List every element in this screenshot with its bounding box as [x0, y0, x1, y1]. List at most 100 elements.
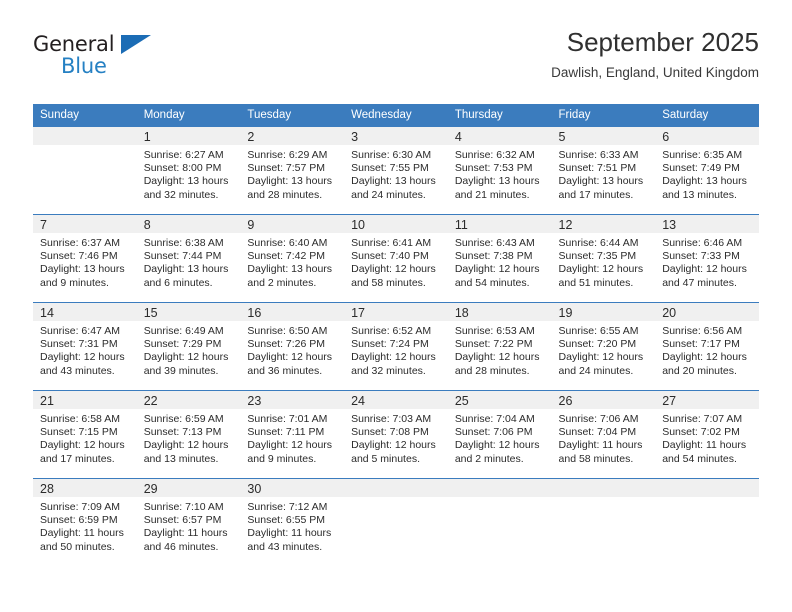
- calendar-day-cell[interactable]: 1 Sunrise: 6:27 AM Sunset: 8:00 PM Daylight…: [136, 126, 241, 214]
- calendar-day-cell[interactable]: 4 Sunrise: 6:32 AM Sunset: 7:53 PM Daylight…: [447, 126, 552, 214]
- day-details: Sunrise: 6:46 AM Sunset: 7:33 PM Daylight:…: [655, 233, 759, 290]
- day-cell-inner: 12 Sunrise: 6:44 AM Sunset: 7:35 PM Dayligh…: [551, 214, 656, 302]
- sunset-text: Sunset: 7:33 PM: [662, 250, 740, 263]
- calendar-day-cell[interactable]: 12 Sunrise: 6:44 AM Sunset: 7:35 PM Dayligh…: [551, 214, 656, 302]
- day-details: Sunrise: 6:53 AM Sunset: 7:22 PM Daylight:…: [448, 321, 552, 378]
- daylight-text-line1: Daylight: 13 hours: [143, 263, 229, 276]
- sunrise-text: Sunrise: 6:37 AM: [40, 237, 120, 249]
- daylight-text-line1: Daylight: 13 hours: [351, 175, 436, 188]
- day-number: 30: [247, 482, 262, 496]
- day-number-band: 2: [240, 127, 345, 145]
- calendar-day-cell[interactable]: 19 Sunrise: 6:55 AM Sunset: 7:20 PM Dayligh…: [551, 302, 656, 390]
- daylight-text-line1: Daylight: 12 hours: [454, 351, 540, 364]
- calendar-day-cell[interactable]: 2 Sunrise: 6:29 AM Sunset: 7:57 PM Daylight…: [240, 126, 345, 214]
- calendar-day-cell[interactable]: 27 Sunrise: 7:07 AM Sunset: 7:02 PM Dayligh…: [655, 390, 759, 478]
- weekday-header-sunday: Sunday: [33, 104, 137, 126]
- day-cell-inner: 18 Sunrise: 6:53 AM Sunset: 7:22 PM Dayligh…: [447, 302, 552, 390]
- calendar-day-cell[interactable]: 24 Sunrise: 7:03 AM Sunset: 7:08 PM Dayligh…: [344, 390, 448, 478]
- calendar-day-cell[interactable]: 14 Sunrise: 6:47 AM Sunset: 7:31 PM Dayligh…: [33, 302, 137, 390]
- day-details: Sunrise: 7:04 AM Sunset: 7:06 PM Daylight:…: [448, 409, 552, 466]
- day-cell-inner: 11 Sunrise: 6:43 AM Sunset: 7:38 PM Dayligh…: [447, 214, 552, 302]
- calendar-day-cell[interactable]: 25 Sunrise: 7:04 AM Sunset: 7:06 PM Dayligh…: [447, 390, 552, 478]
- day-number-band: 9: [240, 215, 345, 233]
- day-number-band: 14: [33, 303, 137, 321]
- day-details: [655, 497, 759, 501]
- calendar-day-cell[interactable]: [655, 478, 759, 566]
- day-number-band: [655, 479, 759, 497]
- day-details: Sunrise: 6:37 AM Sunset: 7:46 PM Daylight:…: [33, 233, 137, 290]
- sunset-text: Sunset: 7:15 PM: [40, 426, 118, 439]
- calendar-day-cell[interactable]: [344, 478, 448, 566]
- calendar-day-cell[interactable]: 11 Sunrise: 6:43 AM Sunset: 7:38 PM Dayligh…: [447, 214, 552, 302]
- generalblue-logo[interactable]: General Blue: [33, 32, 163, 82]
- daylight-text-line1: Daylight: 12 hours: [40, 439, 125, 452]
- daylight-text-line1: Daylight: 13 hours: [40, 263, 125, 276]
- day-cell-inner: 24 Sunrise: 7:03 AM Sunset: 7:08 PM Dayligh…: [344, 390, 448, 478]
- calendar-day-cell[interactable]: 28 Sunrise: 7:09 AM Sunset: 6:59 PM Dayligh…: [33, 478, 137, 566]
- calendar-day-cell[interactable]: 22 Sunrise: 6:59 AM Sunset: 7:13 PM Dayligh…: [136, 390, 241, 478]
- calendar-week-row: 14 Sunrise: 6:47 AM Sunset: 7:31 PM Dayligh…: [33, 302, 759, 390]
- calendar-day-cell[interactable]: 17 Sunrise: 6:52 AM Sunset: 7:24 PM Dayligh…: [344, 302, 448, 390]
- sunrise-text: Sunrise: 6:49 AM: [143, 325, 224, 337]
- calendar-day-cell[interactable]: 23 Sunrise: 7:01 AM Sunset: 7:11 PM Dayligh…: [240, 390, 345, 478]
- day-cell-inner: [655, 478, 759, 566]
- weekday-header-monday: Monday: [136, 104, 241, 126]
- calendar-day-cell[interactable]: 13 Sunrise: 6:46 AM Sunset: 7:33 PM Dayligh…: [655, 214, 759, 302]
- sunrise-text: Sunrise: 6:32 AM: [454, 149, 535, 161]
- calendar-day-cell[interactable]: 26 Sunrise: 7:06 AM Sunset: 7:04 PM Dayligh…: [551, 390, 656, 478]
- day-number-band: [447, 479, 552, 497]
- calendar-day-cell[interactable]: 3 Sunrise: 6:30 AM Sunset: 7:55 PM Daylight…: [344, 126, 448, 214]
- calendar-day-cell[interactable]: 5 Sunrise: 6:33 AM Sunset: 7:51 PM Daylight…: [551, 126, 656, 214]
- calendar-day-cell[interactable]: 29 Sunrise: 7:10 AM Sunset: 6:57 PM Dayligh…: [136, 478, 241, 566]
- day-details: Sunrise: 6:58 AM Sunset: 7:15 PM Daylight:…: [33, 409, 137, 466]
- sunset-text: Sunset: 6:55 PM: [247, 514, 326, 527]
- calendar-day-cell[interactable]: 15 Sunrise: 6:49 AM Sunset: 7:29 PM Dayligh…: [136, 302, 241, 390]
- sunrise-text: Sunrise: 7:04 AM: [454, 413, 535, 425]
- calendar-day-cell[interactable]: 30 Sunrise: 7:12 AM Sunset: 6:55 PM Dayligh…: [240, 478, 345, 566]
- day-details: [344, 497, 448, 501]
- calendar-day-cell[interactable]: 16 Sunrise: 6:50 AM Sunset: 7:26 PM Dayligh…: [240, 302, 345, 390]
- calendar-day-cell[interactable]: 10 Sunrise: 6:41 AM Sunset: 7:40 PM Dayligh…: [344, 214, 448, 302]
- day-cell-inner: 23 Sunrise: 7:01 AM Sunset: 7:11 PM Dayligh…: [240, 390, 345, 478]
- day-number: 15: [143, 306, 158, 320]
- calendar-day-cell[interactable]: [551, 478, 656, 566]
- calendar-day-cell[interactable]: [33, 126, 137, 214]
- sunrise-text: Sunrise: 7:07 AM: [662, 413, 743, 425]
- daylight-text-line2: and 2 minutes.: [247, 276, 317, 289]
- daylight-text-line2: and 46 minutes.: [143, 540, 219, 553]
- sunset-text: Sunset: 7:06 PM: [454, 426, 533, 439]
- sunrise-text: Sunrise: 6:41 AM: [351, 237, 432, 249]
- calendar-day-cell[interactable]: 21 Sunrise: 6:58 AM Sunset: 7:15 PM Dayligh…: [33, 390, 137, 478]
- day-details: Sunrise: 6:40 AM Sunset: 7:42 PM Daylight:…: [240, 233, 344, 290]
- calendar-day-cell[interactable]: 6 Sunrise: 6:35 AM Sunset: 7:49 PM Daylight…: [655, 126, 759, 214]
- logo-triangle-icon: [121, 35, 151, 54]
- day-number-band: 1: [136, 127, 241, 145]
- calendar-week-row: 1 Sunrise: 6:27 AM Sunset: 8:00 PM Daylight…: [33, 126, 759, 214]
- weekday-header-tuesday: Tuesday: [240, 104, 345, 126]
- day-number: 29: [143, 482, 158, 496]
- daylight-text-line2: and 21 minutes.: [454, 188, 530, 201]
- day-number-band: 7: [33, 215, 137, 233]
- day-cell-inner: 2 Sunrise: 6:29 AM Sunset: 7:57 PM Daylight…: [240, 126, 345, 214]
- day-number: 4: [454, 130, 462, 144]
- daylight-text-line2: and 5 minutes.: [351, 452, 420, 465]
- sunset-text: Sunset: 8:00 PM: [143, 162, 222, 175]
- daylight-text-line2: and 58 minutes.: [351, 276, 426, 289]
- day-cell-inner: 16 Sunrise: 6:50 AM Sunset: 7:26 PM Dayligh…: [240, 302, 345, 390]
- calendar-day-cell[interactable]: [447, 478, 552, 566]
- page-header: General Blue September 2025 Dawlish, Eng…: [33, 26, 759, 96]
- daylight-text-line1: Daylight: 12 hours: [662, 351, 747, 364]
- day-cell-inner: 21 Sunrise: 6:58 AM Sunset: 7:15 PM Dayligh…: [33, 390, 137, 478]
- calendar-day-cell[interactable]: 8 Sunrise: 6:38 AM Sunset: 7:44 PM Daylight…: [136, 214, 241, 302]
- daylight-text-line1: Daylight: 12 hours: [143, 439, 229, 452]
- sunset-text: Sunset: 7:40 PM: [351, 250, 429, 263]
- daylight-text-line2: and 17 minutes.: [558, 188, 634, 201]
- calendar-day-cell[interactable]: 20 Sunrise: 6:56 AM Sunset: 7:17 PM Dayligh…: [655, 302, 759, 390]
- daylight-text-line1: Daylight: 11 hours: [558, 439, 643, 452]
- calendar-day-cell[interactable]: 7 Sunrise: 6:37 AM Sunset: 7:46 PM Daylight…: [33, 214, 137, 302]
- calendar-day-cell[interactable]: 18 Sunrise: 6:53 AM Sunset: 7:22 PM Dayligh…: [447, 302, 552, 390]
- day-number-band: 6: [655, 127, 759, 145]
- calendar-day-cell[interactable]: 9 Sunrise: 6:40 AM Sunset: 7:42 PM Daylight…: [240, 214, 345, 302]
- daylight-text-line1: Daylight: 12 hours: [558, 351, 644, 364]
- day-number: 19: [558, 306, 573, 320]
